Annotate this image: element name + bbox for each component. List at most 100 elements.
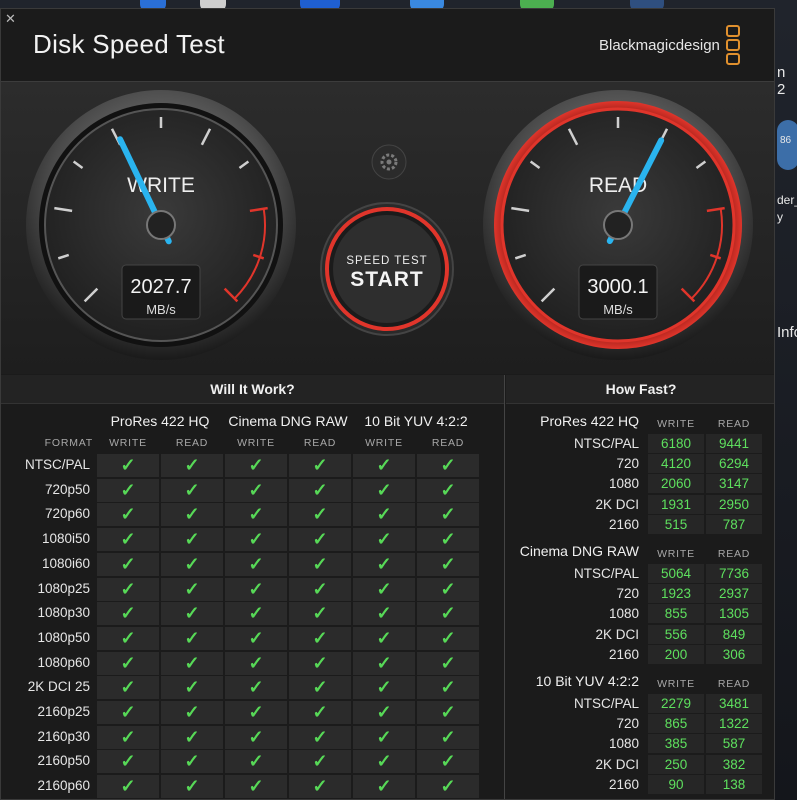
write-gauge: WRITE 2027.7 MB/s bbox=[26, 90, 296, 360]
resolution-row-label: 720 bbox=[616, 716, 639, 732]
read-speed-value: 6294 bbox=[706, 454, 762, 474]
write-speed-value: 2279 bbox=[648, 694, 704, 713]
read-column-label: READ bbox=[717, 418, 751, 430]
compatibility-check-icon: ✓ bbox=[161, 528, 223, 552]
background-window-text: y bbox=[777, 210, 783, 224]
compatibility-check-icon: ✓ bbox=[161, 454, 223, 477]
format-row-label: 720p60 bbox=[44, 506, 90, 522]
compatibility-check-icon: ✓ bbox=[417, 750, 479, 774]
compatibility-check-icon: ✓ bbox=[97, 651, 159, 675]
compatibility-check-icon: ✓ bbox=[417, 701, 479, 724]
compatibility-check-icon: ✓ bbox=[417, 503, 479, 527]
format-row-label: 1080p50 bbox=[37, 629, 90, 645]
read-speed-value: 382 bbox=[706, 754, 762, 774]
read-speed-value: 2950 bbox=[706, 494, 762, 514]
write-column-label: WRITE bbox=[657, 678, 695, 690]
compatibility-check-icon: ✓ bbox=[417, 626, 479, 650]
compatibility-check-icon: ✓ bbox=[417, 454, 479, 477]
format-row-label: 2160p25 bbox=[37, 704, 90, 719]
compatibility-check-icon: ✓ bbox=[225, 478, 287, 502]
start-button-line2: START bbox=[350, 268, 423, 291]
resolution-row-label: NTSC/PAL bbox=[573, 566, 639, 581]
compatibility-check-icon: ✓ bbox=[225, 725, 287, 749]
compatibility-check-icon: ✓ bbox=[161, 478, 223, 502]
read-column-label: READ bbox=[303, 437, 337, 449]
format-row-label: NTSC/PAL bbox=[24, 457, 90, 472]
compatibility-check-icon: ✓ bbox=[225, 503, 287, 527]
resolution-row-label: 2160 bbox=[608, 516, 639, 532]
compatibility-check-icon: ✓ bbox=[97, 725, 159, 749]
compatibility-check-icon: ✓ bbox=[417, 676, 479, 700]
format-group-title: Cinema DNG RAW bbox=[228, 413, 348, 429]
write-speed-value: 200 bbox=[648, 644, 704, 664]
read-needle-hub bbox=[603, 210, 633, 240]
compatibility-check-icon: ✓ bbox=[353, 775, 415, 799]
write-speed-value: 855 bbox=[648, 604, 704, 624]
close-icon[interactable]: ✕ bbox=[3, 11, 18, 26]
read-speed-value: 9441 bbox=[706, 434, 762, 453]
compatibility-check-icon: ✓ bbox=[289, 602, 351, 626]
compatibility-check-icon: ✓ bbox=[289, 577, 351, 601]
gauge-panel: WRITE 2027.7 MB/s READ 3000.1 MB/s SPEED… bbox=[1, 81, 774, 374]
brand-name: Blackmagicdesign bbox=[599, 37, 720, 54]
compatibility-check-icon: ✓ bbox=[353, 651, 415, 675]
compatibility-check-icon: ✓ bbox=[225, 602, 287, 626]
compatibility-check-icon: ✓ bbox=[225, 701, 287, 724]
resolution-row-label: NTSC/PAL bbox=[573, 436, 639, 451]
speed-test-start-button[interactable]: SPEED TEST START bbox=[320, 202, 454, 336]
read-speed-value: 587 bbox=[706, 734, 762, 754]
start-button-line1: SPEED TEST bbox=[346, 255, 427, 267]
format-group-title: ProRes 422 HQ bbox=[110, 413, 210, 429]
compatibility-check-icon: ✓ bbox=[97, 676, 159, 700]
resolution-row-label: 1080 bbox=[608, 476, 639, 492]
read-column-label: READ bbox=[717, 678, 751, 690]
background-window-text: Info bbox=[777, 324, 797, 341]
compatibility-check-icon: ✓ bbox=[161, 725, 223, 749]
app-title: Disk Speed Test bbox=[33, 29, 225, 59]
write-value: 2027.7 bbox=[130, 276, 191, 298]
read-value: 3000.1 bbox=[587, 276, 648, 298]
compatibility-check-icon: ✓ bbox=[417, 651, 479, 675]
read-speed-value: 3147 bbox=[706, 474, 762, 494]
compatibility-check-icon: ✓ bbox=[225, 626, 287, 650]
write-needle-hub bbox=[146, 210, 176, 240]
write-column-label: WRITE bbox=[657, 548, 695, 560]
compatibility-check-icon: ✓ bbox=[353, 750, 415, 774]
compatibility-check-icon: ✓ bbox=[289, 626, 351, 650]
compatibility-check-icon: ✓ bbox=[353, 478, 415, 502]
read-gauge: READ 3000.1 MB/s bbox=[483, 90, 753, 360]
compatibility-check-icon: ✓ bbox=[289, 454, 351, 477]
read-speed-value: 306 bbox=[706, 644, 762, 664]
compatibility-check-icon: ✓ bbox=[97, 701, 159, 724]
resolution-row-label: 2K DCI bbox=[595, 626, 639, 642]
write-column-label: WRITE bbox=[365, 437, 403, 449]
write-speed-value: 556 bbox=[648, 624, 704, 644]
resolution-row-label: 1080 bbox=[608, 736, 639, 752]
write-column-label: WRITE bbox=[109, 437, 147, 449]
read-column-label: READ bbox=[717, 548, 751, 560]
read-speed-value: 1305 bbox=[706, 604, 762, 624]
write-unit: MB/s bbox=[146, 302, 176, 317]
read-speed-value: 1322 bbox=[706, 714, 762, 734]
compatibility-check-icon: ✓ bbox=[417, 478, 479, 502]
compatibility-check-icon: ✓ bbox=[289, 725, 351, 749]
format-row-label: 2160p60 bbox=[37, 778, 90, 794]
read-speed-value: 2937 bbox=[706, 584, 762, 604]
background-window-text: n 2 bbox=[777, 64, 786, 98]
read-speed-value: 138 bbox=[706, 774, 762, 794]
compatibility-check-icon: ✓ bbox=[161, 552, 223, 576]
compatibility-check-icon: ✓ bbox=[225, 577, 287, 601]
write-speed-value: 2060 bbox=[648, 474, 704, 494]
write-speed-value: 250 bbox=[648, 754, 704, 774]
speed-group-title: Cinema DNG RAW bbox=[519, 543, 639, 559]
write-speed-value: 4120 bbox=[648, 454, 704, 474]
compatibility-check-icon: ✓ bbox=[225, 775, 287, 799]
compatibility-check-icon: ✓ bbox=[97, 552, 159, 576]
compatibility-check-icon: ✓ bbox=[97, 478, 159, 502]
compatibility-check-icon: ✓ bbox=[97, 503, 159, 527]
compatibility-check-icon: ✓ bbox=[225, 676, 287, 700]
compatibility-check-icon: ✓ bbox=[417, 552, 479, 576]
format-row-label: 1080i50 bbox=[41, 531, 90, 547]
settings-gear-icon[interactable] bbox=[371, 144, 407, 180]
compatibility-check-icon: ✓ bbox=[353, 454, 415, 477]
